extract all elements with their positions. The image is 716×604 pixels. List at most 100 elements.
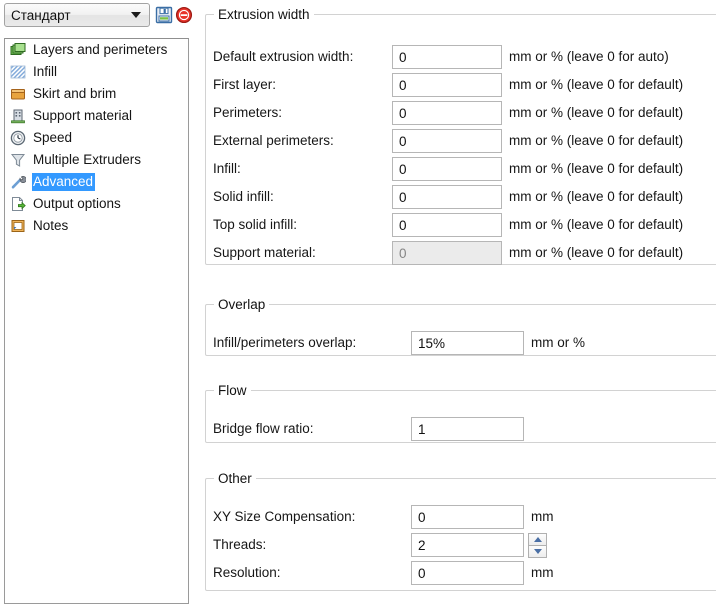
group-legend: Other: [218, 471, 252, 486]
threads-input[interactable]: [411, 533, 524, 557]
sidebar-item-multiple-extruders[interactable]: Multiple Extruders: [5, 149, 188, 171]
spinner-down-button[interactable]: [528, 546, 547, 558]
spinner-up-button[interactable]: [528, 533, 547, 546]
field-unit: mm or % (leave 0 for default): [509, 161, 684, 176]
speed-clock-icon: [10, 130, 26, 146]
row-threads: Threads:: [206, 532, 716, 558]
group-legend: Flow: [218, 383, 247, 398]
row-first-layer: First layer: mm or % (leave 0 for defaul…: [206, 72, 716, 98]
field-label: Infill:: [213, 161, 241, 176]
sidebar-item-label: Output options: [33, 196, 121, 211]
field-label: Default extrusion width:: [213, 49, 354, 64]
row-default-extrusion-width: Default extrusion width: mm or % (leave …: [206, 44, 716, 70]
group-legend: Overlap: [218, 297, 266, 312]
sidebar-item-label: Advanced: [32, 173, 96, 191]
infill-input[interactable]: [392, 157, 502, 181]
skirt-box-icon: [10, 86, 26, 102]
preset-selected-value: Стандарт: [11, 7, 71, 23]
settings-category-list[interactable]: Layers and perimeters Infill Skirt and b…: [4, 38, 189, 604]
row-resolution: Resolution: mm: [206, 560, 716, 586]
field-label: Perimeters:: [213, 105, 283, 120]
chevron-down-icon: [131, 12, 141, 18]
layers-icon: [10, 42, 26, 58]
infill-perimeters-overlap-input[interactable]: [411, 331, 524, 355]
sidebar-item-infill[interactable]: Infill: [5, 61, 188, 83]
field-unit: mm or % (leave 0 for auto): [509, 49, 669, 64]
wrench-icon: [10, 174, 27, 190]
sidebar-item-label: Multiple Extruders: [33, 152, 142, 167]
field-label: Infill/perimeters overlap:: [213, 335, 357, 350]
field-unit: mm or % (leave 0 for default): [509, 77, 684, 92]
sidebar-item-notes[interactable]: Notes: [5, 215, 188, 237]
infill-hatch-icon: [10, 64, 26, 80]
field-label: Threads:: [213, 537, 267, 552]
sidebar-item-speed[interactable]: Speed: [5, 127, 188, 149]
output-page-icon: [10, 196, 26, 212]
sidebar-item-label: Notes: [33, 218, 69, 233]
row-perimeters: Perimeters: mm or % (leave 0 for default…: [206, 100, 716, 126]
row-solid-infill: Solid infill: mm or % (leave 0 for defau…: [206, 184, 716, 210]
row-xy-size-compensation: XY Size Compensation: mm: [206, 504, 716, 530]
field-label: Support material:: [213, 245, 316, 260]
sidebar-item-label: Infill: [33, 64, 58, 79]
field-unit: mm: [531, 565, 554, 580]
print-settings-window: Стандарт Layers and perimeters Infill Sk…: [0, 0, 716, 604]
notes-icon: [10, 218, 26, 234]
bridge-flow-ratio-input[interactable]: [411, 417, 524, 441]
field-label: First layer:: [213, 77, 277, 92]
row-external-perimeters: External perimeters: mm or % (leave 0 fo…: [206, 128, 716, 154]
support-material-input: [392, 241, 502, 265]
resolution-input[interactable]: [411, 561, 524, 585]
field-unit: mm: [531, 509, 554, 524]
group-overlap: Overlap Infill/perimeters overlap: mm or…: [205, 297, 716, 356]
xy-size-compensation-input[interactable]: [411, 505, 524, 529]
row-support-material: Support material: mm or % (leave 0 for d…: [206, 240, 716, 266]
sidebar-item-output-options[interactable]: Output options: [5, 193, 188, 215]
solid-infill-input[interactable]: [392, 185, 502, 209]
field-unit: mm or % (leave 0 for default): [509, 189, 684, 204]
external-perimeters-input[interactable]: [392, 129, 502, 153]
field-unit: mm or % (leave 0 for default): [509, 217, 684, 232]
field-label: External perimeters:: [213, 133, 334, 148]
row-bridge-flow-ratio: Bridge flow ratio:: [206, 416, 716, 442]
sidebar-item-label: Layers and perimeters: [33, 42, 168, 57]
group-other: Other XY Size Compensation: mm Threads: …: [205, 471, 716, 591]
save-preset-button[interactable]: [155, 6, 173, 24]
support-tower-icon: [10, 108, 26, 124]
perimeters-input[interactable]: [392, 101, 502, 125]
preset-toolbar: Стандарт: [4, 3, 200, 29]
default-extrusion-width-input[interactable]: [392, 45, 502, 69]
delete-preset-button[interactable]: [175, 6, 193, 24]
group-extrusion-width: Extrusion width Default extrusion width:…: [205, 7, 716, 265]
row-infill-perimeters-overlap: Infill/perimeters overlap: mm or %: [206, 330, 716, 356]
triangle-down-icon: [533, 549, 542, 554]
first-layer-input[interactable]: [392, 73, 502, 97]
field-label: Solid infill:: [213, 189, 274, 204]
threads-spinner[interactable]: [528, 533, 547, 558]
settings-panel: Extrusion width Default extrusion width:…: [200, 0, 716, 604]
delete-circle-icon: [175, 6, 193, 24]
preset-dropdown[interactable]: Стандарт: [4, 3, 150, 27]
field-label: XY Size Compensation:: [213, 509, 356, 524]
sidebar-item-advanced[interactable]: Advanced: [5, 171, 188, 193]
row-infill: Infill: mm or % (leave 0 for default): [206, 156, 716, 182]
sidebar-item-support-material[interactable]: Support material: [5, 105, 188, 127]
sidebar-item-label: Speed: [33, 130, 73, 145]
field-label: Top solid infill:: [213, 217, 298, 232]
sidebar-item-skirt-and-brim[interactable]: Skirt and brim: [5, 83, 188, 105]
save-floppy-icon: [155, 6, 173, 24]
sidebar-item-layers-and-perimeters[interactable]: Layers and perimeters: [5, 39, 188, 61]
field-unit: mm or %: [531, 335, 585, 350]
group-legend: Extrusion width: [218, 7, 310, 22]
field-unit: mm or % (leave 0 for default): [509, 105, 684, 120]
field-unit: mm or % (leave 0 for default): [509, 133, 684, 148]
top-solid-infill-input[interactable]: [392, 213, 502, 237]
funnel-icon: [10, 152, 26, 168]
sidebar-item-label: Skirt and brim: [33, 86, 117, 101]
triangle-up-icon: [533, 537, 542, 542]
field-label: Resolution:: [213, 565, 281, 580]
sidebar-item-label: Support material: [33, 108, 133, 123]
row-top-solid-infill: Top solid infill: mm or % (leave 0 for d…: [206, 212, 716, 238]
group-flow: Flow Bridge flow ratio:: [205, 383, 716, 443]
field-label: Bridge flow ratio:: [213, 421, 314, 436]
